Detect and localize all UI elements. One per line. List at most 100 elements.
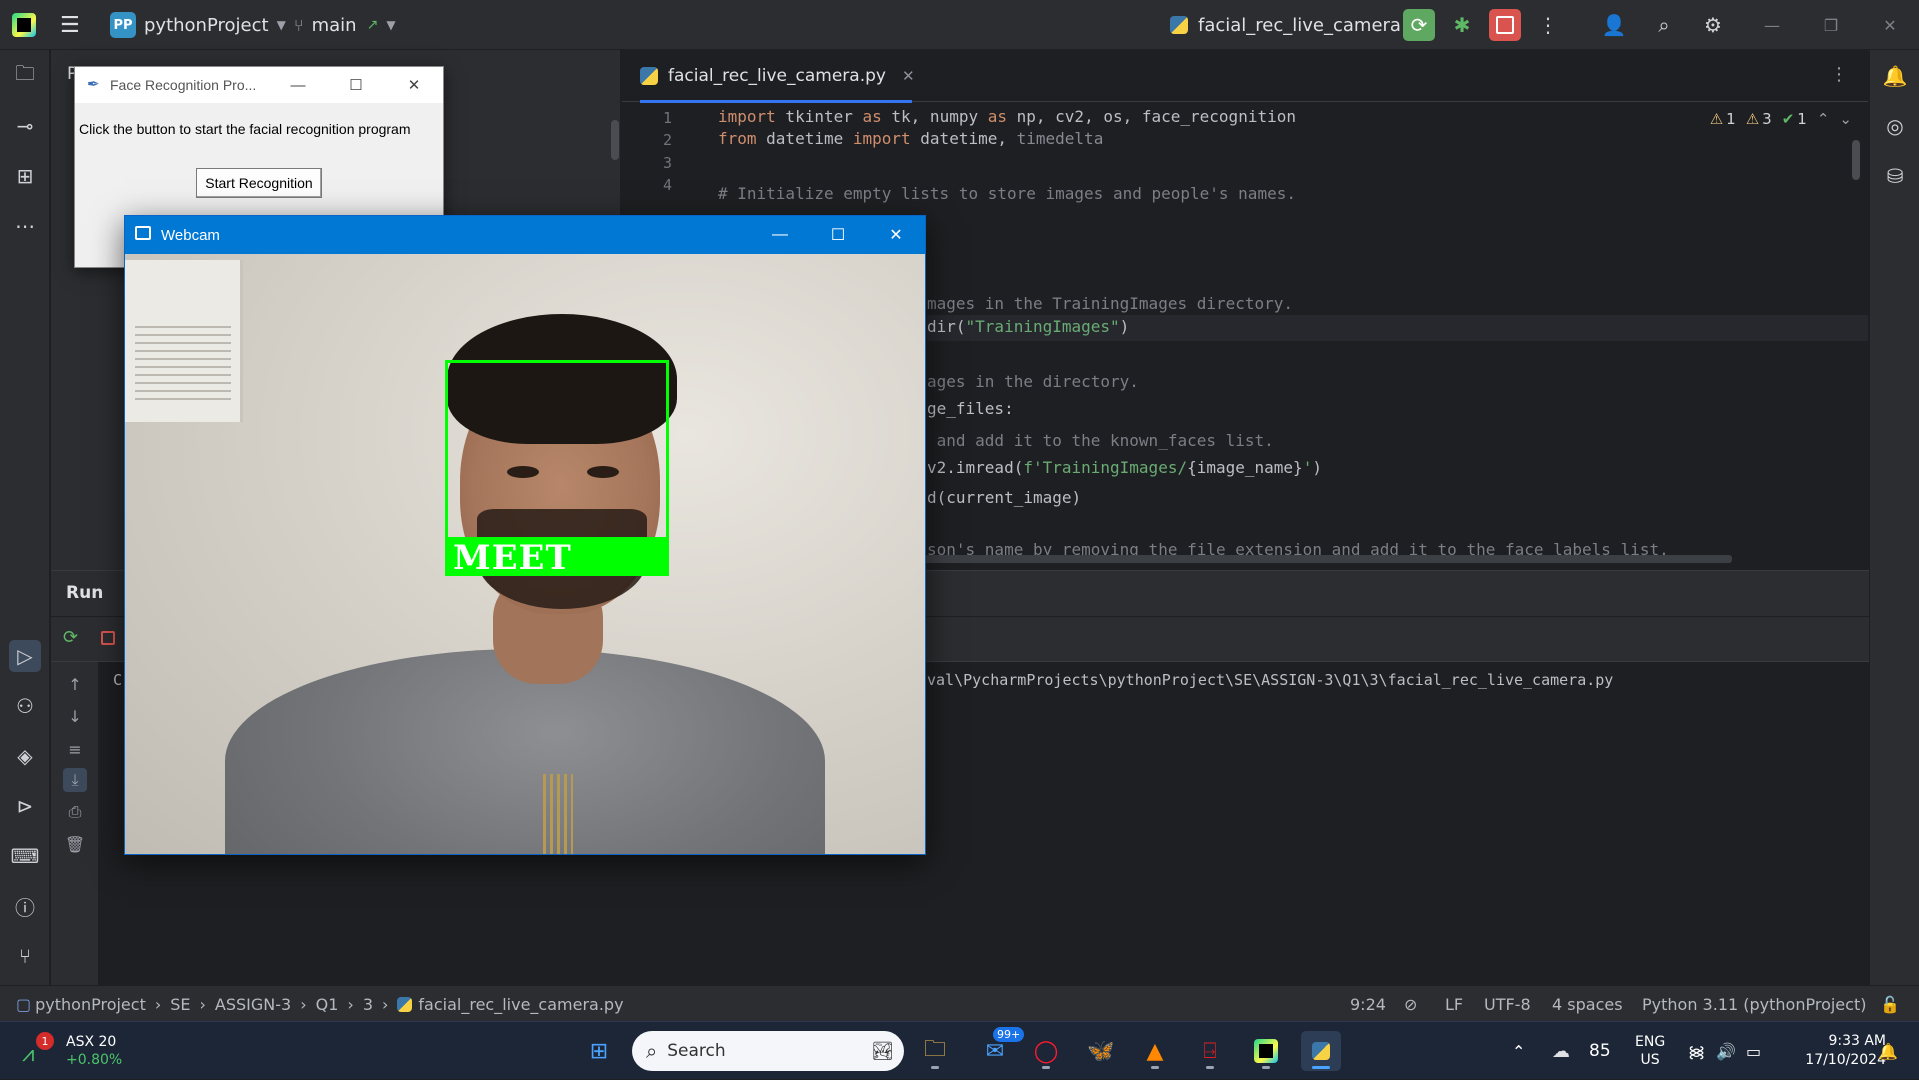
pycharm-taskbar-icon[interactable] <box>1246 1031 1286 1071</box>
webcam-title-bar[interactable]: Webcam — ☐ ✕ <box>125 216 925 254</box>
webcam-feed: MEET <box>125 254 925 854</box>
tray-expand-icon[interactable]: ⌃ <box>1512 1022 1525 1080</box>
problems-icon[interactable]: ⓘ <box>9 890 41 922</box>
add-user-icon[interactable]: 👤 <box>1598 9 1630 41</box>
arrow-up-icon[interactable]: ↑ <box>63 672 87 696</box>
minimize-icon[interactable]: — <box>1744 0 1800 50</box>
services-icon[interactable]: ⊳ <box>9 790 41 822</box>
python-taskbar-icon[interactable] <box>1301 1031 1341 1071</box>
scroll-to-end-icon[interactable]: ⤓ <box>63 768 87 792</box>
python-console-icon[interactable]: ⚇ <box>9 690 41 722</box>
branch-selector[interactable]: ⑂ main ↗ ▼ <box>294 0 396 50</box>
file-explorer-icon[interactable]: 🗀 <box>915 1031 955 1071</box>
breadcrumb-item[interactable]: SE <box>170 995 190 1014</box>
tab-facial-rec-live-camera[interactable]: facial_rec_live_camera.py ✕ <box>640 50 915 103</box>
chevron-down-icon[interactable]: ⌄ <box>1839 110 1852 128</box>
module-icon: ▢ <box>16 994 32 1014</box>
chevron-up-icon[interactable]: ⌃ <box>1817 110 1830 128</box>
search-icon: ⌕ <box>646 1039 658 1063</box>
database-icon[interactable]: ⛁ <box>1879 160 1911 192</box>
inspection-widget[interactable]: ⚠ 1 ⚠ 3 ✔ 1 ⌃ ⌄ <box>1710 110 1852 128</box>
rerun-icon[interactable]: ⟳ <box>63 627 78 648</box>
maximize-icon[interactable]: ☐ <box>327 67 385 103</box>
console-command-path: val\PycharmProjects\pythonProject\SE\ASS… <box>927 671 1614 689</box>
ai-assistant-icon[interactable]: ◎ <box>1879 110 1911 142</box>
stock-name: ASX 20 <box>66 1034 117 1050</box>
opera-browser-icon[interactable]: ◯ <box>1026 1031 1066 1071</box>
search-icon[interactable]: ⌕ <box>1648 9 1680 41</box>
vertical-scrollbar[interactable] <box>1852 140 1860 180</box>
trash-icon[interactable]: 🗑 <box>63 832 87 856</box>
stop-icon[interactable] <box>101 631 115 645</box>
butterfly-app-icon[interactable]: 🦋 <box>1081 1031 1121 1071</box>
main-menu-icon[interactable]: ☰ <box>60 0 80 50</box>
more-actions-icon[interactable]: ⋮ <box>1532 9 1564 41</box>
git-icon[interactable]: ⑂ <box>9 940 41 972</box>
breadcrumb-item[interactable]: 3 <box>363 995 373 1014</box>
acrobat-icon[interactable]: ⍈ <box>1190 1031 1230 1071</box>
more-tools-icon[interactable]: ⋯ <box>9 210 41 242</box>
minimize-icon[interactable]: — <box>269 67 327 103</box>
run-tool-icon[interactable]: ▷ <box>9 640 41 672</box>
notification-badge: 1 <box>36 1032 54 1050</box>
breadcrumb-item[interactable]: ASSIGN-3 <box>215 995 291 1014</box>
battery-icon[interactable]: ▭ <box>1746 1022 1761 1080</box>
start-recognition-button[interactable]: Start Recognition <box>196 168 322 198</box>
breadcrumb-item[interactable]: pythonProject <box>35 995 146 1014</box>
breadcrumb-item[interactable]: Q1 <box>316 995 339 1014</box>
wifi-icon[interactable]: ᯼ <box>1688 1022 1705 1080</box>
structure-icon[interactable]: ⊞ <box>9 160 41 192</box>
soft-wrap-icon[interactable]: ≡ <box>63 737 87 761</box>
clock-date: 17/10/2024 <box>1805 1052 1886 1068</box>
taskbar-search-input[interactable]: ⌕ Search 🏞 <box>632 1031 904 1071</box>
clock[interactable]: 9:33 AM 17/10/2024 <box>1786 1022 1886 1080</box>
stop-button[interactable] <box>1489 9 1521 41</box>
close-icon[interactable]: ✕ <box>385 67 443 103</box>
cursor-position[interactable]: 9:24 <box>1350 986 1386 1022</box>
warning-icon: ⚠ 1 <box>1709 110 1736 128</box>
settings-gear-icon[interactable]: ⚙ <box>1697 9 1729 41</box>
notification-bell-icon[interactable]: 🔔 <box>1878 1022 1898 1080</box>
run-config-selector[interactable]: facial_rec_live_camera ▼ <box>1170 0 1418 50</box>
python-packages-icon[interactable]: ◈ <box>9 740 41 772</box>
debug-bug-icon[interactable]: ✱ <box>1446 9 1478 41</box>
print-icon[interactable]: ⎙ <box>63 800 87 824</box>
project-selector[interactable]: PP pythonProject ▼ <box>110 0 286 50</box>
feather-icon: ✒ <box>87 76 100 93</box>
language-indicator[interactable]: ENG US <box>1635 1022 1665 1080</box>
volume-icon[interactable]: 🔊 <box>1716 1022 1736 1080</box>
indent-setting[interactable]: 4 spaces <box>1552 986 1623 1022</box>
face-name-label: MEET <box>445 540 669 576</box>
push-arrow-icon: ↗ <box>366 17 379 33</box>
stock-widget[interactable]: ⩘ 1 ASX 20 +0.80% <box>22 1022 122 1080</box>
tk-title-bar[interactable]: ✒ Face Recognition Pro... — ☐ ✕ <box>75 67 443 103</box>
close-icon[interactable]: ✕ <box>1862 0 1918 50</box>
restore-icon[interactable]: ❐ <box>1803 0 1859 50</box>
project-folder-icon[interactable]: 🗀 <box>9 60 41 92</box>
terminal-icon[interactable]: ⌨ <box>9 840 41 872</box>
rerun-button[interactable]: ⟳ <box>1403 9 1435 41</box>
notifications-bell-icon[interactable]: 🔔 <box>1879 60 1911 92</box>
weather-cloud-icon[interactable]: ☁ <box>1552 1022 1570 1080</box>
maximize-icon[interactable]: ☐ <box>809 216 867 254</box>
no-inspection-icon[interactable]: ⊘ <box>1404 986 1417 1022</box>
breadcrumb-item[interactable]: facial_rec_live_camera.py <box>418 995 623 1014</box>
lock-icon[interactable]: 🔓 <box>1880 986 1900 1022</box>
windows-start-icon[interactable]: ⊞ <box>579 1031 619 1071</box>
code-comment: ages in the directory. <box>927 372 1139 391</box>
scrollbar[interactable] <box>611 120 619 160</box>
vlc-icon[interactable]: ▲ <box>1135 1031 1175 1071</box>
line-separator[interactable]: LF <box>1445 986 1463 1022</box>
tab-options-icon[interactable]: ⋮ <box>1830 64 1848 85</box>
horizontal-scrollbar[interactable] <box>912 555 1732 563</box>
status-bar: ▢ pythonProject › SE › ASSIGN-3 › Q1 › 3… <box>0 985 1919 1021</box>
tab-close-icon[interactable]: ✕ <box>902 67 915 85</box>
weather-temp[interactable]: 85 <box>1589 1022 1611 1080</box>
close-icon[interactable]: ✕ <box>867 216 925 254</box>
file-encoding[interactable]: UTF-8 <box>1484 986 1531 1022</box>
mail-icon[interactable]: ✉ 99+ <box>975 1027 1025 1071</box>
arrow-down-icon[interactable]: ↓ <box>63 704 87 728</box>
commit-icon[interactable]: ⊸ <box>9 110 41 142</box>
python-interpreter[interactable]: Python 3.11 (pythonProject) <box>1642 986 1866 1022</box>
minimize-icon[interactable]: — <box>751 216 809 254</box>
